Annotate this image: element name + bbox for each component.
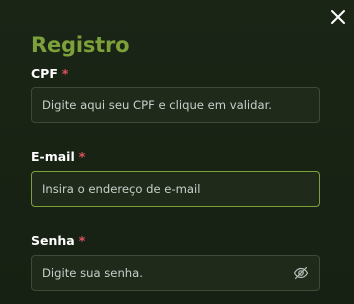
- email-input[interactable]: [42, 172, 309, 206]
- email-field[interactable]: [31, 171, 320, 207]
- email-label-text: E-mail: [31, 149, 75, 164]
- required-mark: *: [78, 233, 86, 248]
- password-label-text: Senha: [31, 233, 75, 248]
- close-button[interactable]: [328, 7, 348, 27]
- toggle-password-visibility-button[interactable]: [293, 265, 309, 281]
- required-mark: *: [61, 66, 69, 81]
- cpf-label-text: CPF: [31, 66, 58, 81]
- cpf-field[interactable]: [31, 87, 320, 123]
- registration-modal: Registro CPF* E-mail* Senha*: [0, 0, 354, 304]
- close-icon: [331, 10, 345, 24]
- cpf-input[interactable]: [42, 88, 309, 122]
- required-mark: *: [78, 149, 86, 164]
- email-label: E-mail *: [31, 149, 85, 164]
- password-label: Senha *: [31, 233, 85, 248]
- cpf-label: CPF *: [31, 66, 68, 81]
- modal-title: Registro: [31, 33, 130, 57]
- password-field[interactable]: [31, 255, 320, 291]
- eye-off-icon: [293, 266, 309, 280]
- password-input[interactable]: [42, 256, 287, 290]
